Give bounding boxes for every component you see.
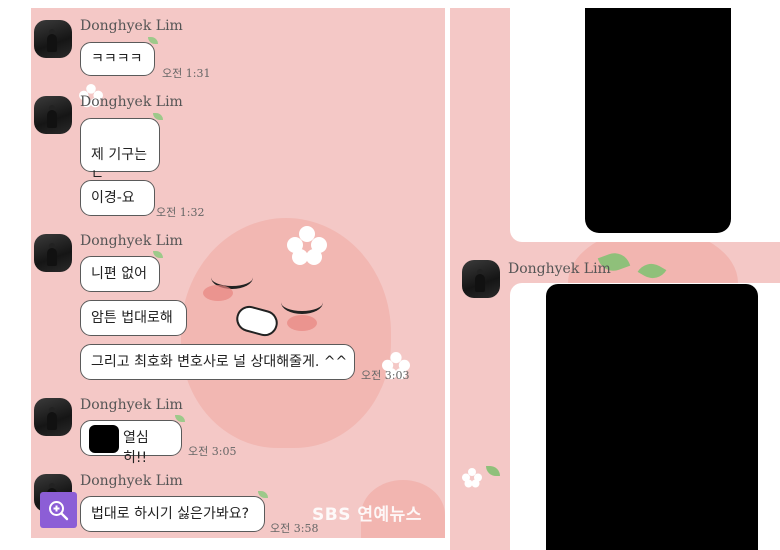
zoom-in-icon <box>49 501 69 521</box>
watermark: SBS 연예뉴스 <box>312 505 422 525</box>
peach-eye-decoration <box>281 291 323 314</box>
message-text: ㅋㅋㅋㅋ <box>91 51 143 67</box>
flower-decoration <box>462 468 482 488</box>
message-text: 암튼 법대로해 <box>91 310 173 326</box>
avatar[interactable] <box>34 20 72 58</box>
message-bubble[interactable]: 이경-요 <box>80 180 155 216</box>
message-bubble[interactable]: 제 기구는 ㄴ <box>80 113 163 183</box>
message-bubble[interactable]: 니편 없어 <box>80 251 163 292</box>
message-text: 그리고 최호화 변호사로 널 상대해줄게. ^^ <box>91 354 348 370</box>
peach-character-decoration <box>181 218 391 448</box>
flower-decoration <box>287 226 327 266</box>
leaf-decoration <box>486 466 500 476</box>
message-time: 오전 3:03 <box>361 369 410 382</box>
message-bubble[interactable]: 암튼 법대로해 <box>80 300 187 336</box>
sender-name: Donghyek Lim <box>80 233 183 249</box>
sender-name: Donghyek Lim <box>508 261 611 277</box>
left-chat-panel: Donghyek Lim ㅋㅋㅋㅋ 오전 1:31 Donghyek Lim 제… <box>31 8 445 538</box>
redacted-emoticon <box>89 425 119 453</box>
message-text: 법대로 하시기 싫은가봐요? <box>91 506 250 522</box>
message-text: 이경-요 <box>91 190 135 206</box>
peach-blush-decoration <box>287 315 317 331</box>
message-time: 오전 3:05 <box>188 445 237 458</box>
redacted-photo[interactable] <box>585 8 731 233</box>
avatar[interactable] <box>34 398 72 436</box>
redacted-photo[interactable] <box>546 284 758 550</box>
message-time: 오전 1:31 <box>162 67 211 80</box>
sender-name: Donghyek Lim <box>80 473 183 489</box>
message-bubble[interactable]: 열심히!! <box>80 415 185 466</box>
sender-name: Donghyek Lim <box>80 94 183 110</box>
message-time: 오전 1:32 <box>156 206 205 219</box>
message-bubble[interactable]: ㅋㅋㅋㅋ <box>80 37 158 76</box>
message-bubble[interactable]: 법대로 하시기 싫은가봐요? <box>80 491 268 532</box>
sender-name: Donghyek Lim <box>80 18 183 34</box>
zoom-in-button[interactable] <box>40 492 77 528</box>
message-text: 열심히!! <box>123 430 149 466</box>
avatar[interactable] <box>34 234 72 272</box>
peach-blush-decoration <box>203 285 233 301</box>
message-bubble[interactable]: 그리고 최호화 변호사로 널 상대해줄게. ^^ <box>80 344 355 380</box>
message-text: 제 기구는 ㄴ <box>91 147 147 183</box>
message-text: 니편 없어 <box>91 266 147 282</box>
sender-name: Donghyek Lim <box>80 397 183 413</box>
avatar[interactable] <box>462 260 500 298</box>
right-chat-panel: Donghyek Lim <box>450 8 780 550</box>
avatar[interactable] <box>34 96 72 134</box>
